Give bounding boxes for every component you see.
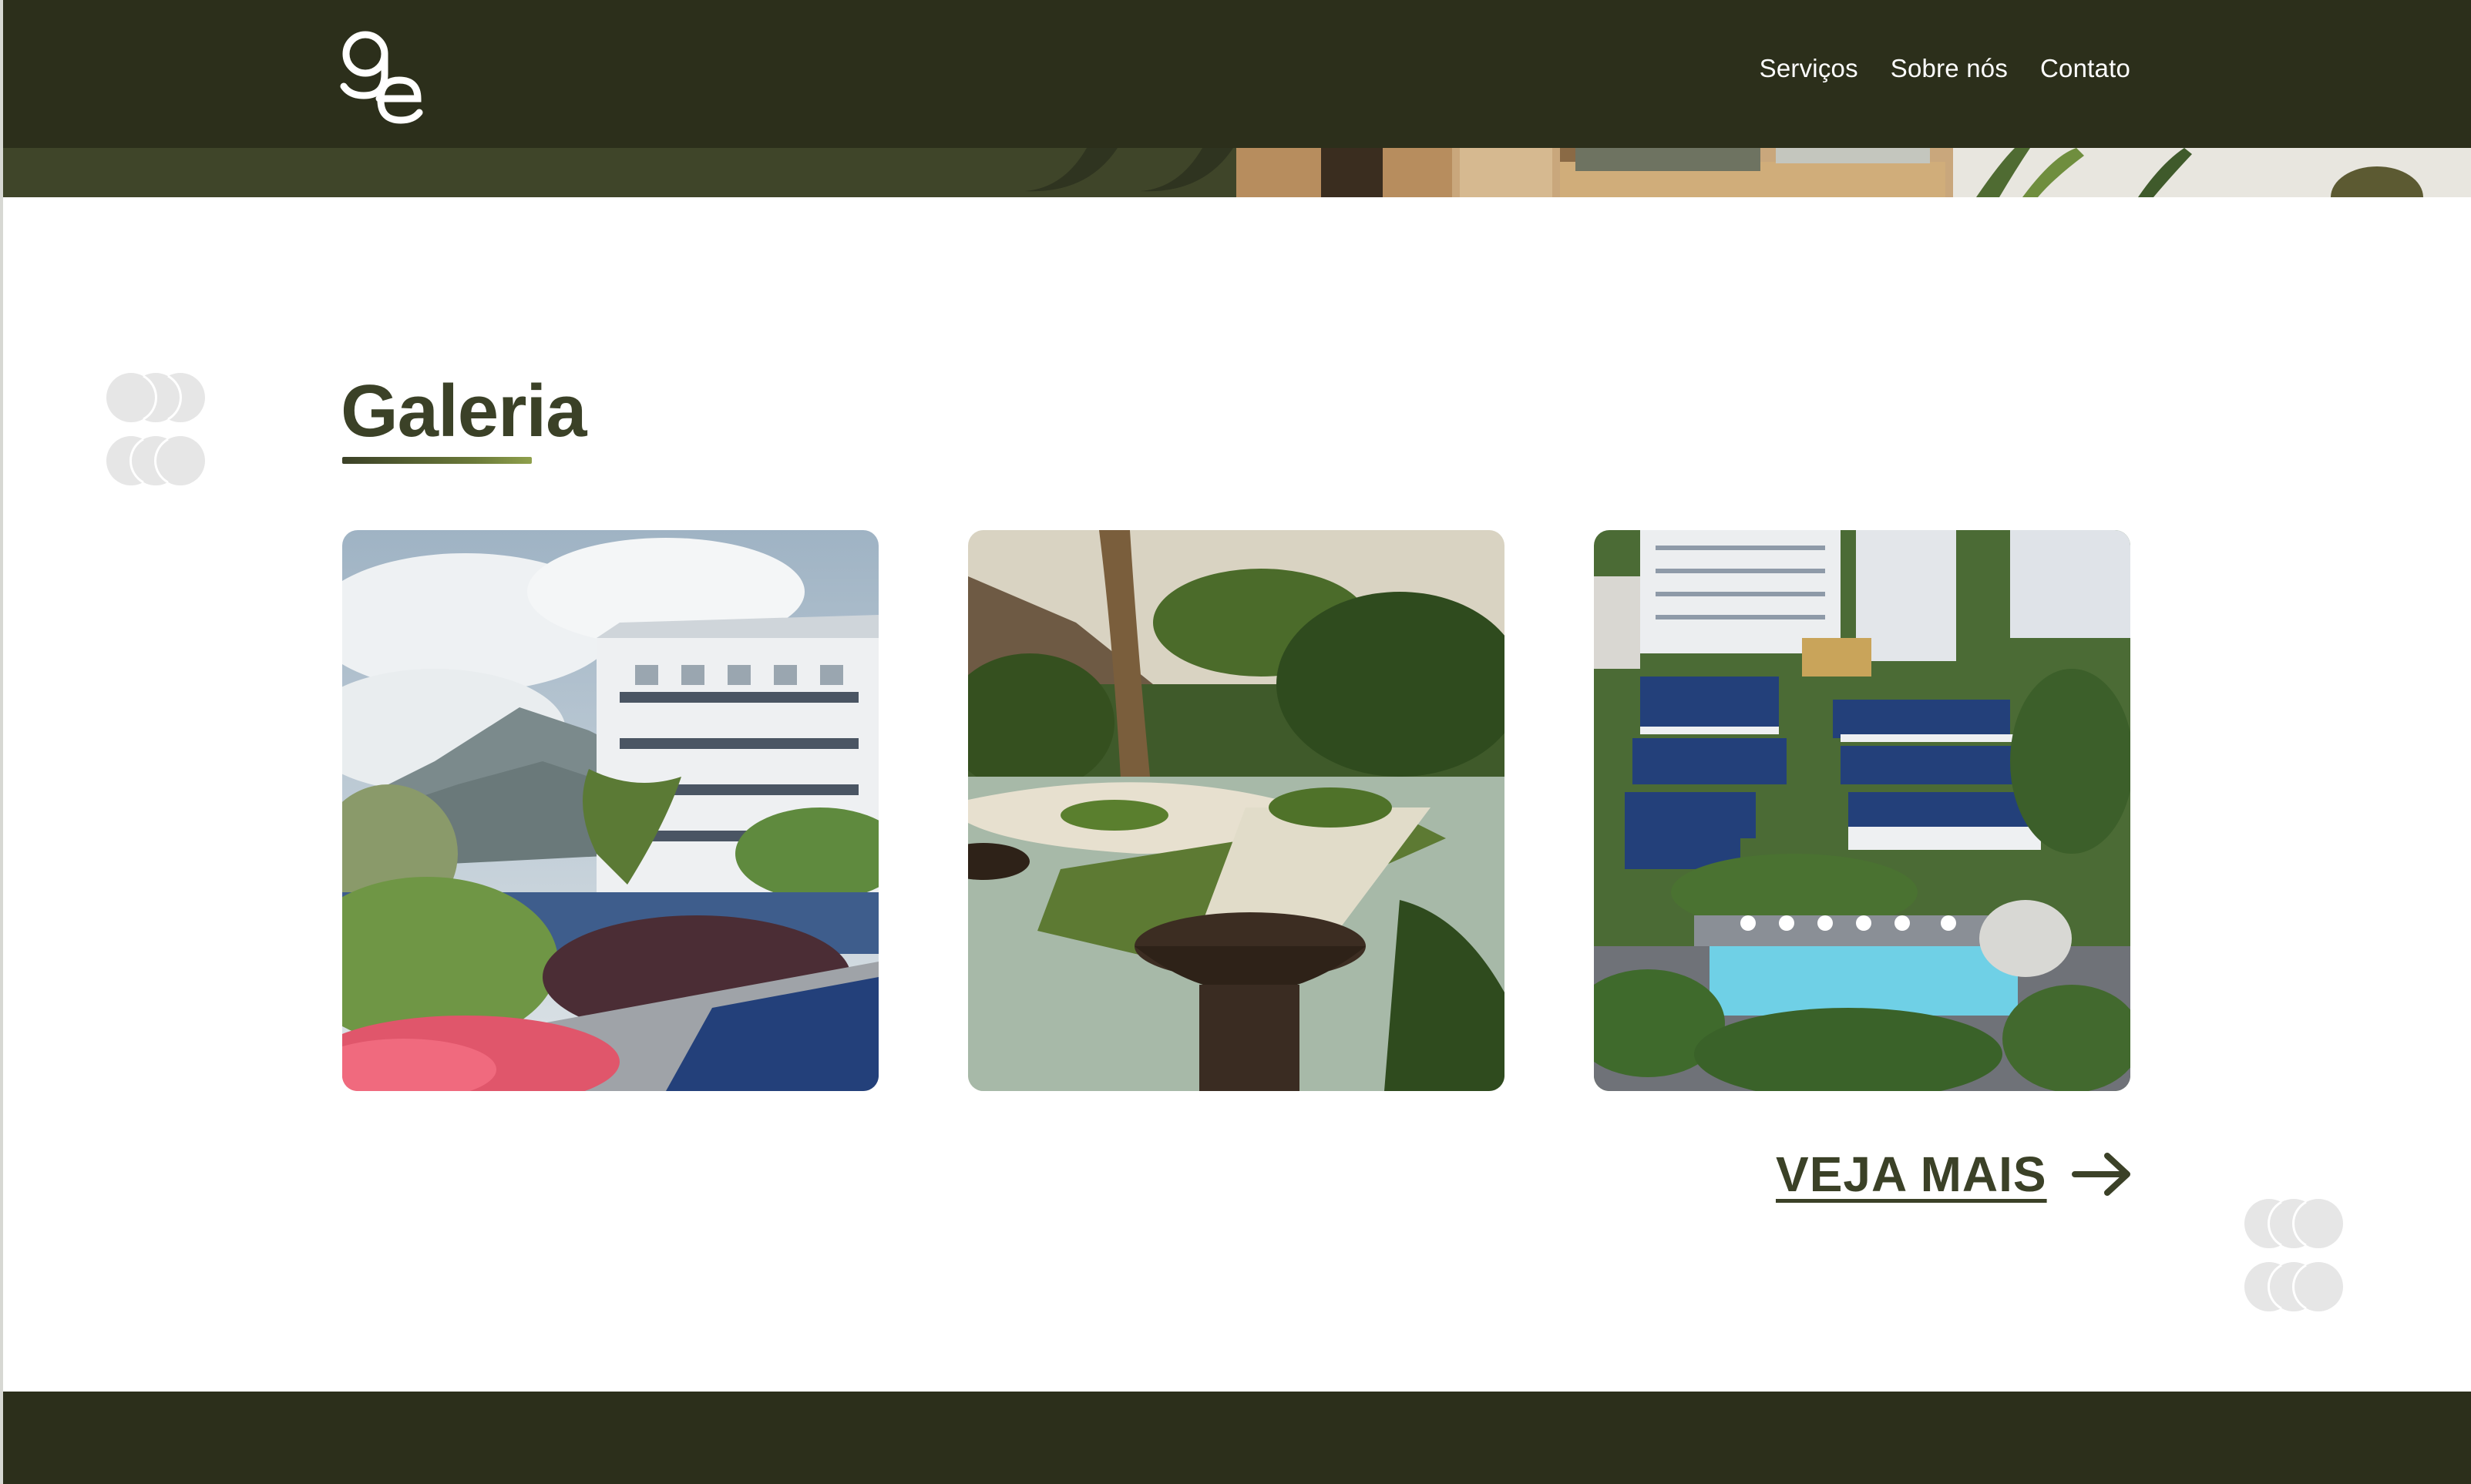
- top-navbar: Serviços Sobre nós Contato: [0, 0, 2471, 148]
- see-more-link[interactable]: VEJA MAIS: [1776, 1150, 2133, 1199]
- hero-interior-photo: [1236, 148, 2471, 197]
- hero-banner-strip: [0, 148, 2471, 197]
- hotel-mountain-garden-photo: [342, 530, 879, 1091]
- logo[interactable]: [336, 29, 429, 129]
- page: Serviços Sobre nós Contato Galeria VEJA …: [0, 0, 2471, 1484]
- arrow-right-icon: [2071, 1153, 2130, 1196]
- gallery-title: Galeria: [341, 370, 587, 452]
- nav-link-contato[interactable]: Contato: [2040, 55, 2130, 81]
- aerial-resort-pool-photo: [1594, 530, 2130, 1091]
- nav-link-sobre-nos[interactable]: Sobre nós: [1891, 55, 2008, 81]
- gallery-card-2[interactable]: [968, 530, 1504, 1091]
- gallery-card-1[interactable]: [342, 530, 879, 1091]
- title-underline: [342, 457, 532, 464]
- circles-decoration-right: [2244, 1199, 2343, 1311]
- footer: [0, 1392, 2471, 1484]
- resort-fountain-palms-photo: [968, 530, 1504, 1091]
- circles-decoration-left: [106, 373, 205, 485]
- nav-link-servicos[interactable]: Serviços: [1760, 55, 1858, 81]
- main-nav: Serviços Sobre nós Contato: [1760, 55, 2130, 81]
- gallery-card-3[interactable]: [1594, 530, 2130, 1091]
- window-edge: [0, 0, 3, 1484]
- leaf-shape-decoration: [1025, 148, 1233, 192]
- see-more-label: VEJA MAIS: [1776, 1147, 2047, 1202]
